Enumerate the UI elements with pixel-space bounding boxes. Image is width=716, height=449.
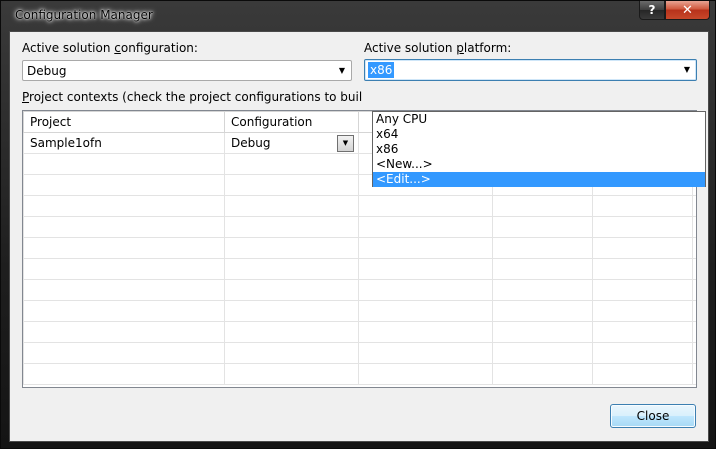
row-configuration-combo[interactable]: Debug ▼ [231,134,354,153]
table-row-empty [23,258,696,280]
window-title: Configuration Manager [15,8,153,22]
chevron-down-icon[interactable]: ▼ [337,134,354,152]
project-contexts-label: Project contexts (check the project conf… [22,90,362,104]
table-row-empty [23,321,696,343]
solution-configuration-combo[interactable]: Debug ▼ [22,60,352,81]
solution-platform-dropdown-list[interactable]: Any CPU x64 x86 <New...> <Edit...> [372,111,706,187]
column-header-configuration[interactable]: Configuration [224,111,359,133]
platform-option-x86[interactable]: x86 [373,142,705,157]
window-close-button[interactable]: ✕ [665,1,710,20]
solution-platform-combo[interactable]: x86 ▼ [364,59,697,81]
table-row-empty [23,237,696,259]
solution-configuration-value: Debug [27,64,67,78]
caption-buttons: ? ✕ [639,1,710,20]
table-row-empty [23,342,696,364]
platform-option-x64[interactable]: x64 [373,127,705,142]
table-row-empty [23,300,696,322]
table-row-empty [23,216,696,238]
solution-platform-label: Active solution platform: [364,41,512,55]
solution-platform-value: x86 [368,62,395,78]
platform-option-new[interactable]: <New...> [373,157,705,172]
platform-option-any-cpu[interactable]: Any CPU [373,112,705,127]
table-row-empty [23,363,696,385]
help-button[interactable]: ? [639,1,665,20]
column-header-project[interactable]: Project [23,111,225,133]
solution-configuration-label: Active solution configuration: [22,41,198,55]
close-button[interactable]: Close [610,404,696,428]
close-icon: ✕ [682,2,693,18]
table-row-empty [23,195,696,217]
platform-option-edit[interactable]: <Edit...> [373,172,705,187]
configuration-cell[interactable]: Debug ▼ [224,132,359,154]
row-configuration-value: Debug [231,136,271,150]
help-icon: ? [648,3,656,17]
table-row-empty [23,279,696,301]
chevron-down-icon: ▼ [683,65,691,74]
project-cell[interactable]: Sample1ofn [23,132,225,154]
chevron-down-icon: ▼ [338,66,346,75]
dialog-body: Active solution configuration: Debug ▼ A… [9,31,709,442]
title-bar[interactable]: Configuration Manager ? ✕ [1,1,715,31]
configuration-manager-window: Configuration Manager ? ✕ Active solutio… [0,0,716,449]
